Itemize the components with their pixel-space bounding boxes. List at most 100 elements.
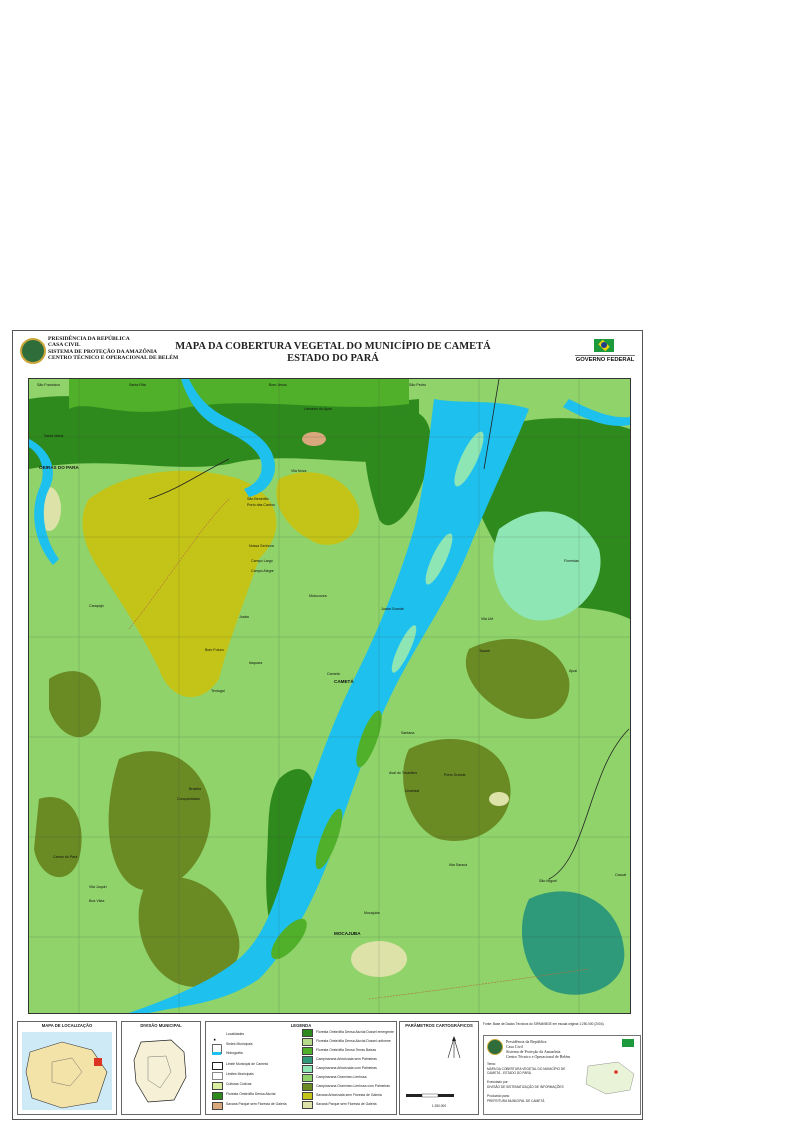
place-label: São Benedito	[247, 497, 269, 501]
map-title-line-2: ESTADO DO PARÁ	[287, 353, 379, 364]
legend-label: Campinarana Arborizada sem Palmeiras	[316, 1057, 377, 1061]
place-label: Tentugal	[211, 689, 225, 693]
map-canvas	[29, 379, 630, 1013]
map-title: MAPA DA COBERTURA VEGETAL DO MUNICÍPIO D…	[163, 341, 503, 365]
legend-label: Sedes Municipais	[226, 1042, 253, 1046]
municipal-division-panel: DIVISÃO MUNICIPAL	[121, 1021, 201, 1115]
place-label: Florestas	[564, 559, 579, 563]
legend-swatch	[302, 1083, 313, 1091]
legend-label: Hidrografia	[226, 1051, 243, 1055]
locality-symbol-icon: ·	[212, 1031, 221, 1048]
legend-swatch	[302, 1101, 313, 1109]
city-label: MOCAJUBA	[334, 931, 361, 936]
place-label: Aval do Tocantins	[389, 771, 418, 775]
place-label: Ajuaí	[569, 669, 578, 673]
crops-swatch	[212, 1082, 223, 1090]
legend-label: Campinarana Arborizada com Palmeiras	[316, 1066, 377, 1070]
legend-label: Limite Municipal de Cametá	[226, 1062, 268, 1066]
vegetation-map[interactable]: OEIRAS DO PARA CAMETÁ MOCAJUBA São Franc…	[28, 378, 631, 1014]
cartographic-params-title: PARÂMETROS CARTOGRÁFICOS	[405, 1023, 473, 1028]
boundary-icon	[212, 1062, 223, 1070]
info-prod: PREFEITURA MUNICIPAL DE CAMETÁ	[487, 1099, 545, 1103]
region-label: OEIRAS DO PARA	[39, 465, 79, 470]
map-sheet: PRESIDÊNCIA DA REPÚBLICA CASA CIVIL SIST…	[12, 330, 643, 1120]
seat-symbol-icon: □	[212, 1041, 222, 1058]
place-label: Campo Alegre	[251, 569, 274, 573]
scale-text: 1:250.000	[431, 1104, 447, 1108]
north-arrow-icon	[447, 1036, 461, 1059]
legend-label: Limites Municipais	[226, 1072, 254, 1076]
place-label: Juaba Grande	[381, 607, 404, 611]
place-label: Mutucuvea	[309, 594, 327, 598]
inset-brazil-map	[585, 1061, 635, 1095]
info-exec-label: Executado por:	[487, 1080, 509, 1084]
legend-label: Savana Parque sem Floresta de Galeria	[316, 1102, 377, 1106]
legend-title: LEGENDA	[290, 1023, 312, 1028]
location-map-title: MAPA DE LOCALIZAÇÃO	[41, 1023, 93, 1028]
legend-label: Localidades	[226, 1032, 245, 1036]
org-line: CENTRO TÉCNICO E OPERACIONAL DE BELÉM	[48, 354, 179, 361]
legend-label: Savana Arborizada sem Floresta de Galeri…	[316, 1093, 382, 1097]
place-label: Brasília	[189, 787, 201, 791]
legend-label: Floresta Ombrófila Densa Terras Baixas	[316, 1048, 377, 1052]
place-label: Porto das Cardos	[247, 503, 275, 507]
place-label: Santa Maria	[44, 434, 64, 438]
legend-label: Floresta Ombrófila Densa Aluvial Dossel …	[316, 1039, 391, 1043]
info-theme-label: Tema:	[487, 1062, 496, 1066]
place-label: Carapajó	[89, 604, 104, 608]
sipam-logo-icon	[20, 338, 46, 364]
legend-label: Floresta Ombrófila Densa Aluvial	[226, 1092, 276, 1096]
scale-bar	[406, 1093, 454, 1098]
cartographic-params-panel: PARÂMETROS CARTOGRÁFICOS 1:250.000	[399, 1021, 479, 1115]
place-label: Santana	[401, 731, 415, 735]
legend-swatch	[302, 1047, 313, 1055]
hydrography-icon	[212, 1052, 221, 1055]
brazil-flag-icon	[594, 339, 614, 352]
place-label: Ilha Saracá	[449, 863, 468, 867]
sipam-logo-small-icon	[487, 1039, 503, 1055]
cream-patch	[489, 792, 509, 806]
boundaries-icon	[212, 1072, 223, 1080]
place-label: Bom Jesus	[269, 383, 287, 387]
place-label: São Miguel	[539, 879, 557, 883]
location-map-panel: MAPA DE LOCALIZAÇÃO	[17, 1021, 117, 1115]
organization-block: PRESIDÊNCIA DA REPÚBLICA CASA CIVIL SIST…	[48, 336, 178, 361]
government-label: GOVERNO FEDERAL	[575, 355, 635, 363]
place-label: São Pedro	[409, 383, 426, 387]
legend-label: Campinarana Gramíneo-Lenhosa	[316, 1075, 367, 1079]
legend-swatch	[302, 1092, 313, 1100]
place-label: Carmo do Pará	[53, 855, 78, 859]
legend-label: Floresta Ombrófila Densa Aluvial Dossel …	[316, 1030, 394, 1034]
place-label: Juaba	[239, 615, 249, 619]
legend-panel: LEGENDA · Localidades □ Sedes Municipais…	[205, 1021, 397, 1115]
legend-swatch	[302, 1074, 313, 1082]
legend-swatch	[302, 1038, 313, 1046]
map-footer: MAPA DE LOCALIZAÇÃO DIVISÃO MUNICIPAL LE…	[13, 1017, 642, 1119]
place-label: Curuçambaba	[177, 797, 200, 801]
place-label: Bom Futuro	[205, 648, 224, 652]
map-title-line-1: MAPA DA COBERTURA VEGETAL DO MUNICÍPIO D…	[175, 341, 491, 352]
agriculture-patch	[302, 432, 326, 446]
legend-swatch	[302, 1029, 313, 1037]
place-label: São Francisco	[37, 383, 60, 387]
info-org-line: Centro Técnico e Operacional de Belém	[506, 1054, 571, 1059]
place-label: Vila Nova	[291, 469, 307, 473]
place-label: Mocajuba	[364, 911, 380, 915]
place-label: Boa Vista	[89, 899, 105, 903]
info-prod-label: Produzido para:	[487, 1094, 510, 1098]
place-label: Cacoal	[615, 873, 627, 877]
map-header: PRESIDÊNCIA DA REPÚBLICA CASA CIVIL SIST…	[13, 331, 642, 373]
savanna-park-swatch	[212, 1102, 223, 1110]
brazil-flag-small-icon	[622, 1039, 634, 1047]
place-label: Itaquara	[249, 661, 263, 665]
legend-label: Campinarana Gramíneo-Lenhosa com Palmeir…	[316, 1084, 390, 1088]
municipal-division-map	[126, 1032, 196, 1110]
city-label: CAMETÁ	[334, 679, 354, 684]
legend-label: Culturas Cíclicas	[226, 1082, 252, 1086]
place-label: Limoeiro do Ajuru	[304, 407, 332, 411]
municipal-division-title: DIVISÃO MUNICIPAL	[140, 1023, 182, 1028]
legend-swatch	[302, 1065, 313, 1073]
legend-label: Savana Parque sem Floresta de Galeria	[226, 1102, 287, 1106]
info-exec: DIVISÃO DE SISTEMATIZAÇÃO DE INFORMAÇÕES	[487, 1085, 564, 1089]
place-label: Santa Rita	[129, 383, 146, 387]
